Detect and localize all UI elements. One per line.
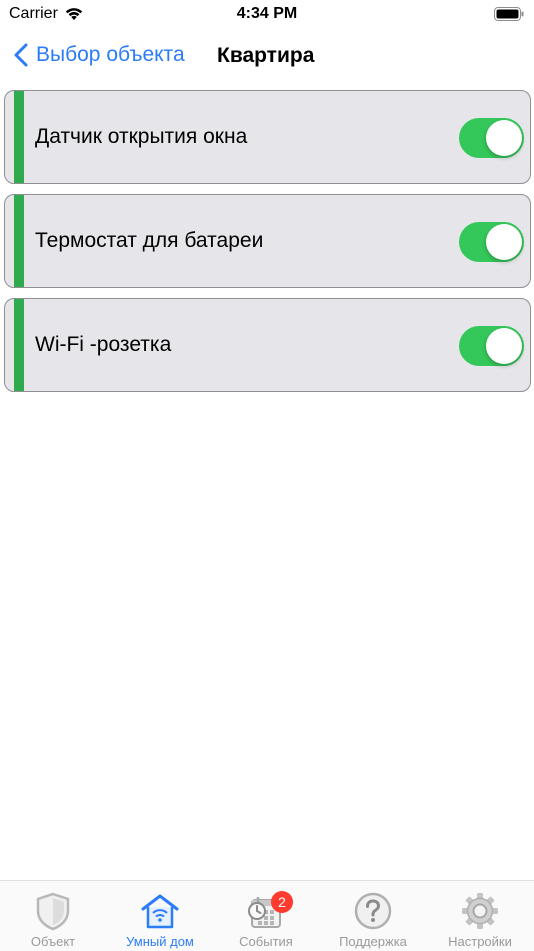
device-row[interactable]: Термостат для батареи — [4, 194, 531, 288]
chevron-left-icon — [14, 43, 28, 67]
question-icon — [354, 892, 392, 930]
device-label: Wi-Fi -розетка — [35, 333, 172, 356]
device-toggle[interactable] — [459, 118, 524, 158]
clock: 4:34 PM — [236, 5, 298, 22]
back-button[interactable]: Выбор объекта — [14, 40, 185, 70]
page-title: Квартира — [217, 44, 315, 67]
notification-badge: 2 — [271, 891, 293, 913]
shield-icon — [36, 892, 70, 931]
tab-object[interactable]: Объект — [0, 881, 106, 951]
device-row[interactable]: Wi-Fi -розетка — [4, 298, 531, 392]
tab-smart-home[interactable]: Умный дом — [107, 881, 213, 951]
tab-label: Объект — [30, 934, 76, 949]
tab-label: Умный дом — [126, 934, 194, 949]
back-label: Выбор объекта — [36, 43, 185, 66]
tab-events[interactable]: 2 События — [213, 881, 319, 951]
battery-icon — [494, 7, 524, 21]
tab-settings[interactable]: Настройки — [427, 881, 533, 951]
status-bar-indicator — [14, 195, 24, 287]
device-list: Датчик открытия окна Термостат для батар… — [4, 90, 531, 402]
toggle-knob — [486, 224, 522, 260]
tab-label: События — [239, 934, 293, 949]
navigation-bar: Выбор объекта Квартира — [0, 34, 534, 78]
tab-label: Поддержка — [339, 934, 407, 949]
device-toggle[interactable] — [459, 326, 524, 366]
toggle-knob — [486, 120, 522, 156]
toggle-knob — [486, 328, 522, 364]
status-bar-indicator — [14, 299, 24, 391]
gear-icon — [462, 893, 498, 929]
tab-bar: Объект Умный дом 2 События Поддержка Нас… — [0, 880, 534, 951]
device-label: Термостат для батареи — [35, 229, 264, 252]
tab-support[interactable]: Поддержка — [320, 881, 426, 951]
status-bar-indicator — [14, 91, 24, 183]
status-bar: Carrier 4:34 PM — [0, 0, 534, 30]
device-row[interactable]: Датчик открытия окна — [4, 90, 531, 184]
tab-label: Настройки — [448, 934, 512, 949]
device-toggle[interactable] — [459, 222, 524, 262]
smart-home-icon — [141, 894, 179, 929]
device-label: Датчик открытия окна — [35, 125, 248, 148]
